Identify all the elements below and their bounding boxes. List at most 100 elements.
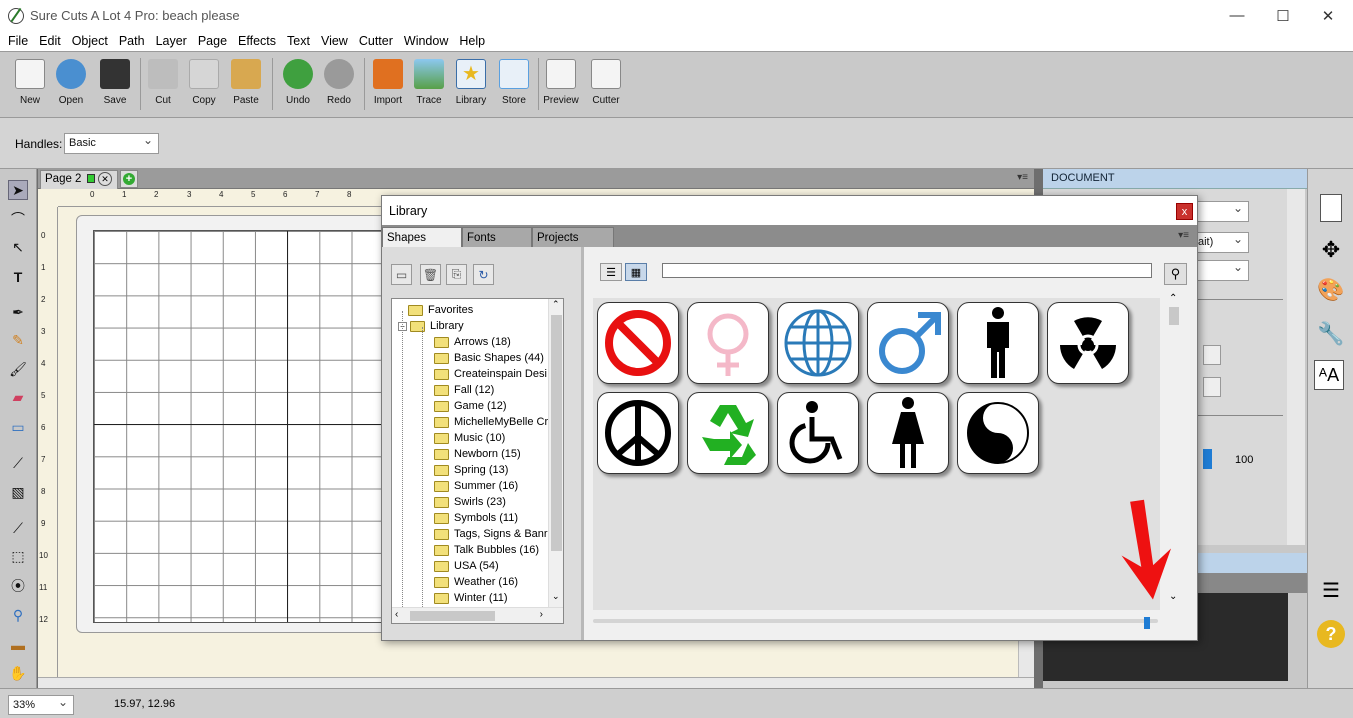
tree-node-folder[interactable]: Winter (11) <box>434 590 508 606</box>
pan-hand-tool-icon[interactable]: ✋ <box>8 663 28 683</box>
tree-node-folder[interactable]: Arrows (18) <box>434 334 511 350</box>
select-tool-icon[interactable]: ➤ <box>8 180 28 200</box>
shape-tile[interactable] <box>687 392 769 474</box>
tree-node-folder[interactable]: Symbols (11) <box>434 510 518 526</box>
add-page-icon[interactable]: + <box>120 170 138 188</box>
menu-text[interactable]: Text <box>283 34 317 48</box>
eraser-tool-icon[interactable]: ▰ <box>8 387 28 407</box>
save-button[interactable]: Save <box>95 59 135 106</box>
shape-size-slider-thumb[interactable] <box>1144 617 1150 629</box>
gradient-tool-icon[interactable]: ▧ <box>8 482 28 502</box>
font-size-icon[interactable]: ᴬA <box>1314 360 1344 390</box>
layers-stack-icon[interactable]: ☰ <box>1314 573 1348 607</box>
menu-effects[interactable]: Effects <box>234 34 283 48</box>
tree-node-folder[interactable]: Spring (13) <box>434 462 508 478</box>
shape-tile[interactable] <box>687 302 769 384</box>
tree-node-folder[interactable]: Createinspain Desi <box>434 366 547 382</box>
menu-help[interactable]: Help <box>455 34 492 48</box>
menu-page[interactable]: Page <box>194 34 234 48</box>
menu-path[interactable]: Path <box>115 34 152 48</box>
minimize-button[interactable]: — <box>1214 0 1260 31</box>
tree-node-favorites[interactable]: Favorites <box>396 302 473 318</box>
new-folder-icon[interactable]: ▭ <box>391 264 412 285</box>
list-view-icon[interactable]: ☰ <box>600 263 622 281</box>
menu-edit[interactable]: Edit <box>35 34 68 48</box>
tab-projects[interactable]: Projects <box>532 227 614 247</box>
document-panel-scrollbar[interactable] <box>1287 189 1305 545</box>
zoom-tool-icon[interactable]: ⚲ <box>8 605 28 625</box>
wrench-settings-icon[interactable]: 🔧 <box>1314 317 1348 351</box>
open-button[interactable]: Open <box>51 59 91 106</box>
library-close-button[interactable]: x <box>1176 203 1193 220</box>
pen-tool-icon[interactable]: ✒ <box>8 302 28 322</box>
grid-view-icon[interactable]: ▦ <box>625 263 647 281</box>
document-select-3[interactable] <box>1193 260 1249 281</box>
shape-tile[interactable] <box>777 392 859 474</box>
shape-tile[interactable] <box>867 392 949 474</box>
tree-node-folder[interactable]: Basic Shapes (44) <box>434 350 544 366</box>
import-shape-icon[interactable]: ⎘ <box>446 264 467 285</box>
brush-tool-icon[interactable]: 🖌 <box>8 359 28 379</box>
rectangle-tool-icon[interactable]: ▭ <box>8 417 28 437</box>
panel-menu-icon[interactable]: ▾≡ <box>1017 172 1028 183</box>
tree-node-folder[interactable]: Newborn (15) <box>434 446 521 462</box>
scroll-up-icon[interactable]: ⌃ <box>1169 293 1177 304</box>
shape-tile[interactable] <box>1047 302 1129 384</box>
tree-node-folder[interactable]: MichelleMyBelle Cre <box>434 414 554 430</box>
document-select-1[interactable] <box>1193 201 1249 222</box>
cut-button[interactable]: Cut <box>143 59 183 106</box>
lasso-tool-icon[interactable]: ⌒ <box>8 209 28 229</box>
tree-vertical-scrollbar[interactable]: ⌃ ⌄ <box>548 299 563 609</box>
tree-node-folder[interactable]: Fall (12) <box>434 382 494 398</box>
tree-node-folder[interactable]: Music (10) <box>434 430 505 446</box>
library-search-input[interactable] <box>662 263 1152 278</box>
new-button[interactable]: New <box>10 59 50 106</box>
canvas-horizontal-scrollbar[interactable] <box>38 677 1034 688</box>
zoom-select[interactable]: 33% <box>8 695 74 715</box>
shape-tile[interactable] <box>597 392 679 474</box>
document-orientation-select[interactable]: ait) <box>1193 232 1249 253</box>
shape-tile[interactable] <box>867 302 949 384</box>
help-question-icon[interactable]: ? <box>1314 617 1348 651</box>
menu-window[interactable]: Window <box>400 34 455 48</box>
maximize-button[interactable]: ☐ <box>1260 0 1306 31</box>
tree-horizontal-scrollbar[interactable]: ‹ › <box>392 607 563 623</box>
tree-node-folder[interactable]: Game (12) <box>434 398 507 414</box>
menu-cutter[interactable]: Cutter <box>355 34 400 48</box>
shape-tile[interactable] <box>957 302 1039 384</box>
delete-trash-icon[interactable]: 🗑 <box>420 264 441 285</box>
transform-tool-icon[interactable]: ⬚ <box>8 546 28 566</box>
text-tool-icon[interactable]: T <box>8 267 28 287</box>
close-button[interactable]: ✕ <box>1305 0 1351 31</box>
library-button[interactable]: ★ Library <box>451 59 491 106</box>
handles-select[interactable]: Basic <box>64 133 159 154</box>
store-button[interactable]: Store <box>494 59 534 106</box>
tree-node-folder[interactable]: Swirls (23) <box>434 494 506 510</box>
eyedropper-tool-icon[interactable]: ⟋ <box>8 453 28 473</box>
import-button[interactable]: Import <box>368 59 408 106</box>
node-edit-tool-icon[interactable]: ↖ <box>8 237 28 257</box>
spinner-1[interactable] <box>1203 345 1221 365</box>
trace-button[interactable]: Trace <box>409 59 449 106</box>
library-search-icon[interactable]: ⚲ <box>1164 263 1187 285</box>
move-arrows-icon[interactable]: ✥ <box>1314 233 1348 267</box>
menu-file[interactable]: File <box>4 34 35 48</box>
preview-button[interactable]: Preview <box>541 59 581 106</box>
knife-tool-icon[interactable]: ⟋ <box>8 518 28 538</box>
tab-fonts[interactable]: Fonts <box>462 227 532 247</box>
undo-button[interactable]: Undo <box>278 59 318 106</box>
opacity-slider-thumb[interactable] <box>1203 449 1212 469</box>
shape-tile[interactable] <box>957 392 1039 474</box>
tree-node-folder[interactable]: USA (54) <box>434 558 499 574</box>
menu-object[interactable]: Object <box>68 34 115 48</box>
tree-node-folder[interactable]: Weather (16) <box>434 574 518 590</box>
tree-node-folder[interactable]: Summer (16) <box>434 478 518 494</box>
document-panel-icon[interactable] <box>1314 191 1348 225</box>
paste-button[interactable]: Paste <box>226 59 266 106</box>
menu-view[interactable]: View <box>317 34 355 48</box>
copy-button[interactable]: Copy <box>184 59 224 106</box>
redo-button[interactable]: Redo <box>319 59 359 106</box>
color-palette-icon[interactable]: 🎨 <box>1314 273 1348 307</box>
refresh-icon[interactable]: ↻ <box>473 264 494 285</box>
close-page-icon[interactable]: ✕ <box>98 172 112 186</box>
